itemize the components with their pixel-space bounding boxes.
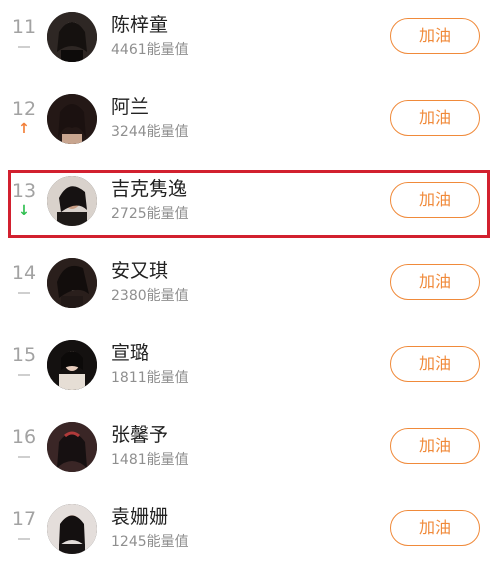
rank-number: 14 [11, 262, 37, 284]
list-item[interactable]: 16 张馨予 1481能量值 加油 [0, 410, 500, 492]
trend-flat-icon [6, 450, 42, 464]
trend-flat-icon [6, 40, 42, 54]
trend-down-icon: ↓ [18, 203, 30, 219]
avatar[interactable] [47, 12, 97, 62]
avatar[interactable] [47, 176, 97, 226]
rank-number: 12 [11, 98, 37, 120]
trend-up-icon: ↑ [18, 121, 30, 137]
list-item[interactable]: 14 安又琪 2380能量值 加油 [0, 246, 500, 328]
artist-name[interactable]: 袁姗姗 [111, 505, 168, 529]
artist-name[interactable]: 宣璐 [111, 341, 149, 365]
list-item[interactable]: 15 宣璐 1811能量值 加油 [0, 328, 500, 410]
artist-name[interactable]: 阿兰 [111, 95, 149, 119]
avatar[interactable] [47, 340, 97, 390]
rank-number: 13 [11, 180, 37, 202]
energy-score: 3244能量值 [111, 124, 189, 140]
cheer-button[interactable]: 加油 [390, 346, 480, 382]
artist-name[interactable]: 张馨予 [111, 423, 168, 447]
cheer-button[interactable]: 加油 [390, 510, 480, 546]
energy-score: 2725能量值 [111, 206, 189, 222]
energy-score: 1811能量值 [111, 370, 189, 386]
trend-flat-icon [6, 286, 42, 300]
avatar[interactable] [47, 94, 97, 144]
list-item[interactable]: 13 ↓ 吉克隽逸 2725能量值 加油 [0, 164, 500, 246]
cheer-button[interactable]: 加油 [390, 18, 480, 54]
cheer-button[interactable]: 加油 [390, 264, 480, 300]
avatar[interactable] [47, 504, 97, 554]
trend-flat-icon [6, 368, 42, 382]
trend-flat-icon [6, 532, 42, 546]
energy-score: 2380能量值 [111, 288, 189, 304]
rank-number: 16 [11, 426, 37, 448]
energy-score: 1481能量值 [111, 452, 189, 468]
list-item[interactable]: 12 ↑ 阿兰 3244能量值 加油 [0, 82, 500, 164]
rank-number: 11 [11, 16, 37, 38]
list-item[interactable]: 17 袁姗姗 1245能量值 加油 [0, 492, 500, 569]
energy-score: 4461能量值 [111, 42, 189, 58]
cheer-button[interactable]: 加油 [390, 182, 480, 218]
cheer-button[interactable]: 加油 [390, 428, 480, 464]
energy-score: 1245能量值 [111, 534, 189, 550]
artist-name[interactable]: 吉克隽逸 [111, 177, 187, 201]
cheer-button[interactable]: 加油 [390, 100, 480, 136]
artist-name[interactable]: 陈梓童 [111, 13, 168, 37]
artist-name[interactable]: 安又琪 [111, 259, 168, 283]
rank-number: 15 [11, 344, 37, 366]
list-item[interactable]: 11 陈梓童 4461能量值 加油 [0, 0, 500, 82]
avatar[interactable] [47, 422, 97, 472]
avatar[interactable] [47, 258, 97, 308]
rank-number: 17 [11, 508, 37, 530]
